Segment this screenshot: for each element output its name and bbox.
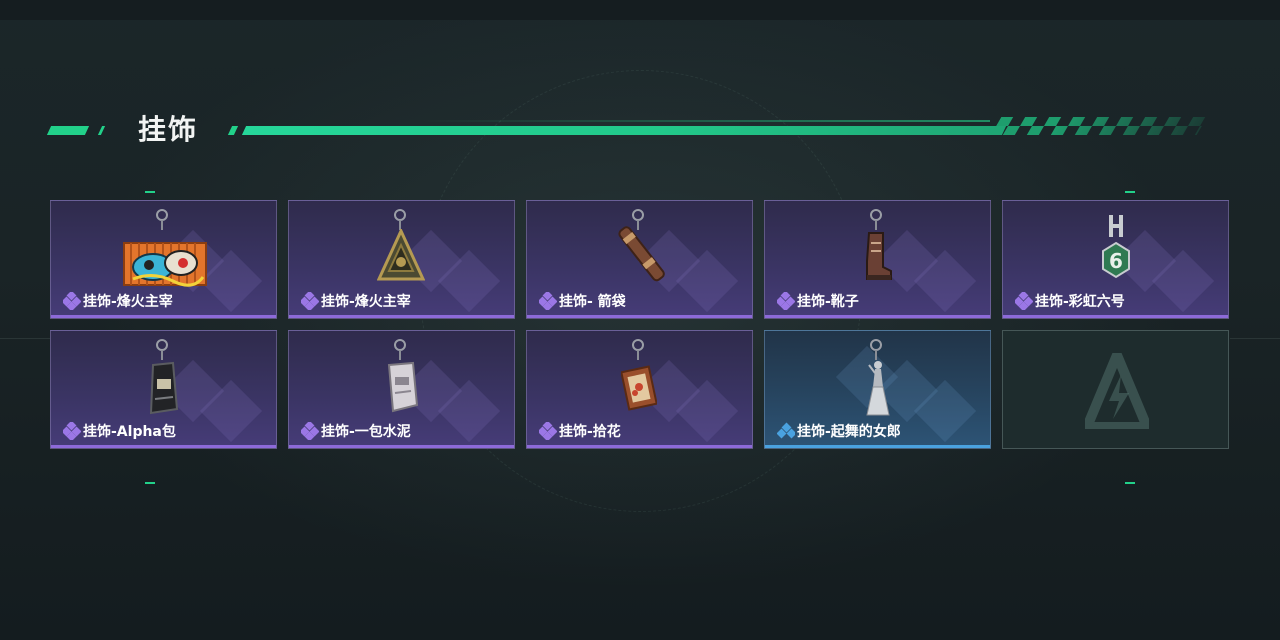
- header-checker-pattern: [990, 117, 1208, 135]
- chain-icon: [399, 350, 401, 360]
- epic-rarity-icon: [539, 292, 557, 310]
- corner-mark: [145, 482, 155, 484]
- rainbow-six-charm-icon: 6: [1102, 215, 1130, 279]
- rarity-stripe: [51, 445, 276, 448]
- rarity-stripe: [289, 315, 514, 318]
- charm-name: 挂饰-起舞的女郎: [797, 424, 901, 440]
- charm-card[interactable]: 挂饰-Alpha包: [50, 330, 277, 449]
- corner-mark: [1125, 482, 1135, 484]
- chain-icon: [161, 350, 163, 360]
- rarity-stripe: [1003, 315, 1228, 318]
- charm-card[interactable]: 6 挂饰-彩虹六号: [1002, 200, 1229, 319]
- boot-charm-icon: [866, 232, 892, 280]
- graffiti-container-charm-icon: [123, 242, 207, 287]
- svg-text:6: 6: [1109, 249, 1123, 273]
- charm-card[interactable]: 挂饰- 箭袋: [526, 200, 753, 319]
- chain-icon: [875, 220, 877, 230]
- charm-name: 挂饰-烽火主宰: [321, 294, 411, 310]
- flower-frame-charm-icon: [621, 365, 657, 411]
- cement-bag-charm-icon: [387, 361, 419, 413]
- dancing-lady-charm-icon: [866, 361, 890, 416]
- header-progress-bar: [241, 126, 1007, 135]
- section-title: 挂饰: [138, 113, 199, 146]
- epic-rarity-icon: [301, 292, 319, 310]
- rarity-stripe: [765, 445, 990, 448]
- charm-name: 挂饰-烽火主宰: [83, 294, 173, 310]
- top-band: [0, 0, 1280, 20]
- charm-name: 挂饰- 箭袋: [559, 294, 626, 310]
- alpha-bag-charm-icon: [149, 361, 179, 415]
- header-accent-bar: [46, 126, 90, 135]
- header-accent-tick: [227, 126, 239, 135]
- charm-card[interactable]: 挂饰-拾花: [526, 330, 753, 449]
- charm-name: 挂饰-Alpha包: [83, 424, 176, 440]
- charm-name: 挂饰-拾花: [559, 424, 621, 440]
- rarity-stripe: [527, 315, 752, 318]
- epic-rarity-icon: [539, 422, 557, 440]
- corner-mark: [1125, 191, 1135, 193]
- charm-card[interactable]: 挂饰-靴子: [764, 200, 991, 319]
- charm-card[interactable]: 挂饰-烽火主宰: [288, 200, 515, 319]
- corner-mark: [145, 191, 155, 193]
- empty-slot-card: [1002, 330, 1229, 449]
- header-thin-line: [420, 120, 990, 122]
- epic-rarity-icon: [1015, 292, 1033, 310]
- charm-card[interactable]: 挂饰-烽火主宰: [50, 200, 277, 319]
- triangle-pendant-charm-icon: [377, 229, 425, 281]
- charm-name: 挂饰-彩虹六号: [1035, 294, 1125, 310]
- rarity-stripe: [51, 315, 276, 318]
- empty-slot-logo-icon: [1085, 353, 1149, 429]
- rarity-stripe: [289, 445, 514, 448]
- charm-name: 挂饰-靴子: [797, 294, 859, 310]
- chain-icon: [637, 350, 639, 360]
- charm-name: 挂饰-一包水泥: [321, 424, 411, 440]
- background-line-right: [1230, 338, 1280, 339]
- epic-rarity-icon: [777, 292, 795, 310]
- epic-rarity-icon: [63, 422, 81, 440]
- background-line-left: [0, 338, 50, 339]
- rarity-stripe: [527, 445, 752, 448]
- chain-icon: [161, 220, 163, 230]
- epic-rarity-icon: [301, 422, 319, 440]
- rare-rarity-icon: [777, 422, 795, 439]
- charm-card[interactable]: 挂饰-起舞的女郎: [764, 330, 991, 449]
- quiver-charm-icon: [618, 226, 665, 282]
- header-accent-tick: [97, 126, 106, 135]
- rarity-stripe: [765, 315, 990, 318]
- epic-rarity-icon: [63, 292, 81, 310]
- charm-card[interactable]: 挂饰-一包水泥: [288, 330, 515, 449]
